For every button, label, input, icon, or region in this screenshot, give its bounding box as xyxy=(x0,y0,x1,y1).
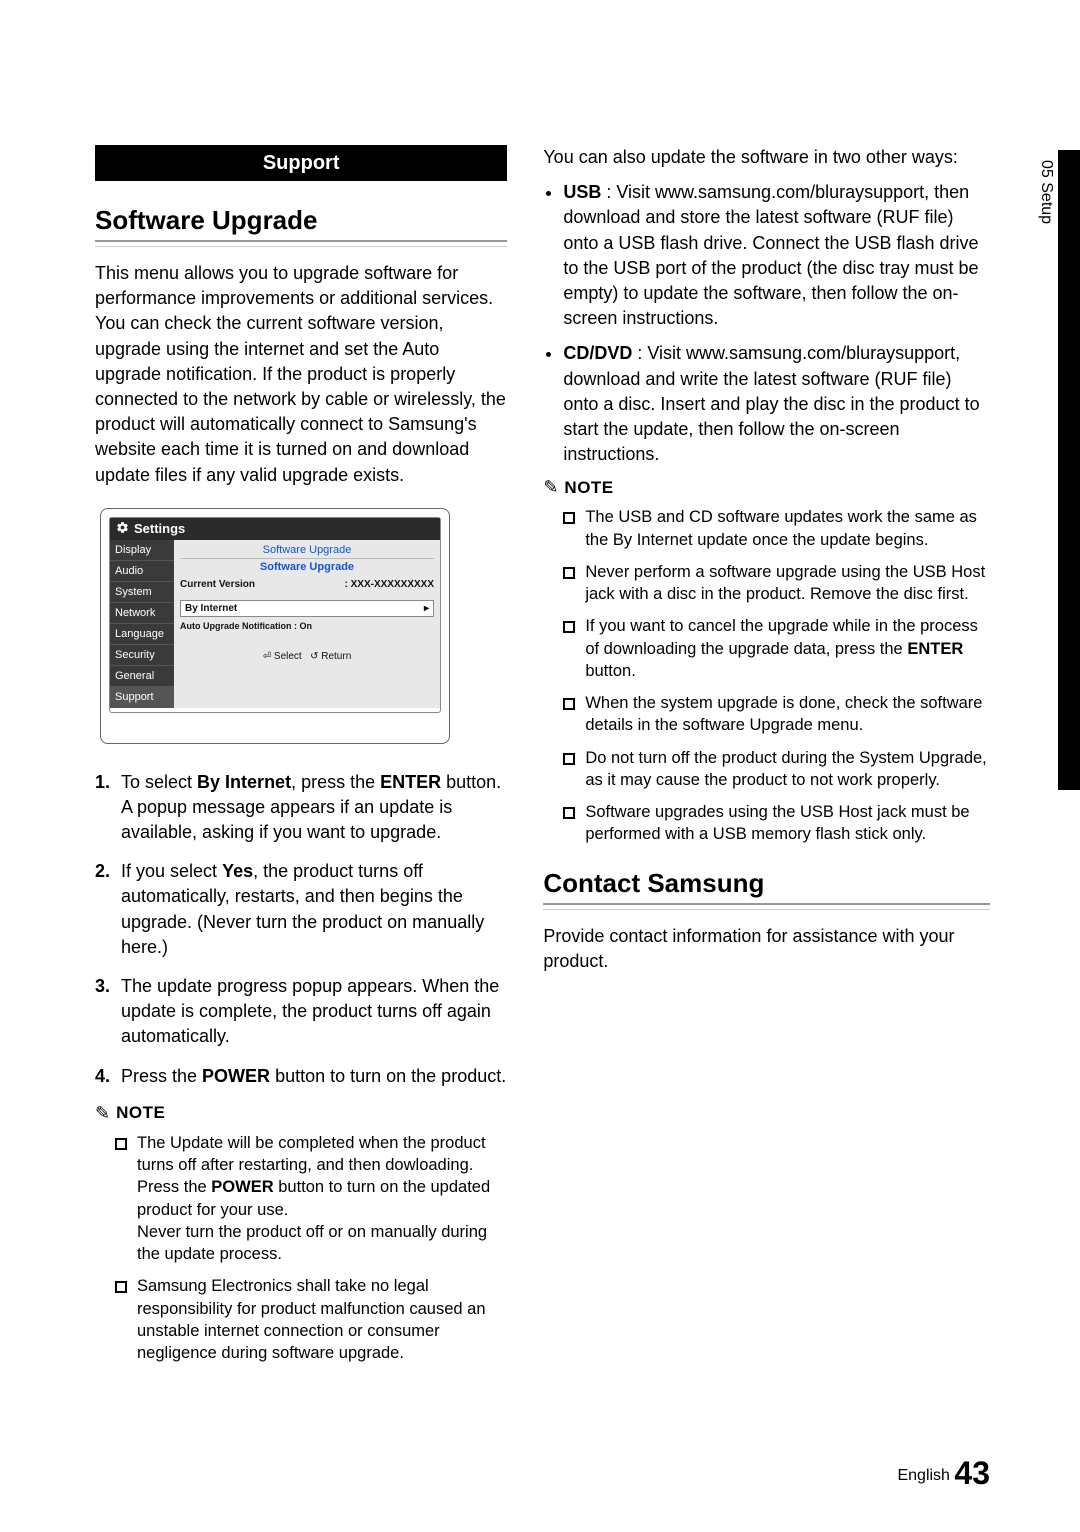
footer-page-number: 43 xyxy=(954,1455,990,1491)
ui-by-internet-row: By Internet ▸ xyxy=(180,600,434,617)
settings-ui-screenshot: Settings Display Audio System Network La… xyxy=(100,508,450,744)
step-2: 2. If you select Yes, the product turns … xyxy=(95,859,507,960)
enter-icon: ⏎ xyxy=(263,651,271,662)
return-icon: ↺ xyxy=(310,651,318,662)
notes-right-list: The USB and CD software updates work the… xyxy=(543,506,990,845)
section-bar-support: Support xyxy=(95,145,507,181)
bullet-usb: USB : Visit www.samsung.com/bluraysuppor… xyxy=(563,180,990,331)
footer-language: English xyxy=(897,1467,949,1484)
ui-auto-notif: Auto Upgrade Notification : On xyxy=(180,621,434,631)
ui-nav: Display Audio System Network Language Se… xyxy=(110,540,174,708)
ui-nav-security: Security xyxy=(110,645,174,666)
gear-icon xyxy=(116,521,129,537)
right-bullets: USB : Visit www.samsung.com/bluraysuppor… xyxy=(543,180,990,467)
heading-software-upgrade: Software Upgrade xyxy=(95,205,507,242)
ui-by-internet-label: By Internet xyxy=(185,603,237,614)
bullet-cddvd: CD/DVD : Visit www.samsung.com/bluraysup… xyxy=(563,341,990,467)
heading-contact-samsung: Contact Samsung xyxy=(543,868,990,905)
chapter-tab xyxy=(1058,150,1080,790)
instruction-steps: 1. To select By Internet, press the ENTE… xyxy=(95,770,507,1089)
ui-footer-return: Return xyxy=(321,651,351,662)
ui-nav-general: General xyxy=(110,666,174,687)
note-icon: ✎ xyxy=(543,477,558,498)
ui-nav-audio: Audio xyxy=(110,561,174,582)
note-right-3: If you want to cancel the upgrade while … xyxy=(585,615,990,682)
note-heading: NOTE xyxy=(116,1103,165,1123)
ui-title-bar: Settings xyxy=(110,518,440,540)
ui-nav-system: System xyxy=(110,582,174,603)
note-left-1: The Update will be completed when the pr… xyxy=(137,1132,507,1266)
note-right-5: Do not turn off the product during the S… xyxy=(585,747,990,792)
step-4: 4. Press the POWER button to turn on the… xyxy=(95,1064,507,1089)
ui-footer-select: Select xyxy=(274,651,302,662)
note-right-4: When the system upgrade is done, check t… xyxy=(585,692,990,737)
ui-main-panel: Software Upgrade Software Upgrade Curren… xyxy=(174,540,440,708)
ui-nav-network: Network xyxy=(110,603,174,624)
note-right-1: The USB and CD software updates work the… xyxy=(585,506,990,551)
ui-nav-language: Language xyxy=(110,624,174,645)
chapter-label: 05 Setup xyxy=(1037,160,1055,224)
ui-settings-label: Settings xyxy=(134,521,185,536)
ui-subtitle: Software Upgrade xyxy=(180,558,434,573)
step-1: 1. To select By Internet, press the ENTE… xyxy=(95,770,507,846)
ui-footer-hints: ⏎ Select ↺ Return xyxy=(180,651,434,662)
note-right-6: Software upgrades using the USB Host jac… xyxy=(585,801,990,846)
intro-paragraph: This menu allows you to upgrade software… xyxy=(95,261,507,488)
ui-nav-display: Display xyxy=(110,540,174,561)
ui-nav-support: Support xyxy=(110,687,174,708)
note-left-2: Samsung Electronics shall take no legal … xyxy=(137,1275,507,1364)
note-heading: NOTE xyxy=(564,478,613,498)
ui-version-label: Current Version xyxy=(180,579,255,590)
right-intro: You can also update the software in two … xyxy=(543,145,990,170)
note-right-2: Never perform a software upgrade using t… xyxy=(585,561,990,606)
contact-text: Provide contact information for assistan… xyxy=(543,924,990,974)
notes-left-list: The Update will be completed when the pr… xyxy=(95,1132,507,1365)
chevron-right-icon: ▸ xyxy=(424,603,429,614)
ui-breadcrumb: Software Upgrade xyxy=(180,544,434,556)
step-3: 3. The update progress popup appears. Wh… xyxy=(95,974,507,1050)
note-icon: ✎ xyxy=(95,1103,110,1124)
page-footer: English 43 xyxy=(897,1455,990,1492)
ui-version-value: : XXX-XXXXXXXXX xyxy=(345,579,434,590)
